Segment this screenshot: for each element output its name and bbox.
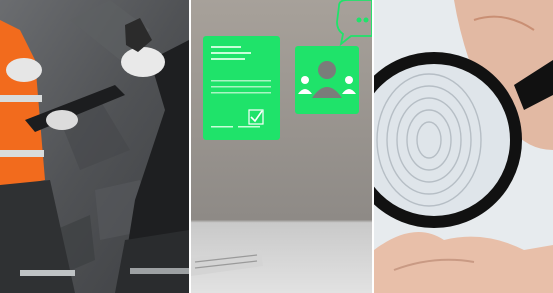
workers-illustration bbox=[0, 0, 189, 293]
hologram-illustration bbox=[191, 0, 372, 293]
glove-right bbox=[121, 47, 165, 77]
glove bbox=[6, 58, 42, 82]
image-collage bbox=[0, 0, 553, 293]
magnifier-illustration bbox=[374, 0, 553, 293]
photo-panel-workers bbox=[0, 0, 189, 293]
photo-panel-magnifier bbox=[374, 0, 553, 293]
document-card bbox=[203, 36, 280, 140]
photo-panel-hologram bbox=[191, 0, 372, 293]
